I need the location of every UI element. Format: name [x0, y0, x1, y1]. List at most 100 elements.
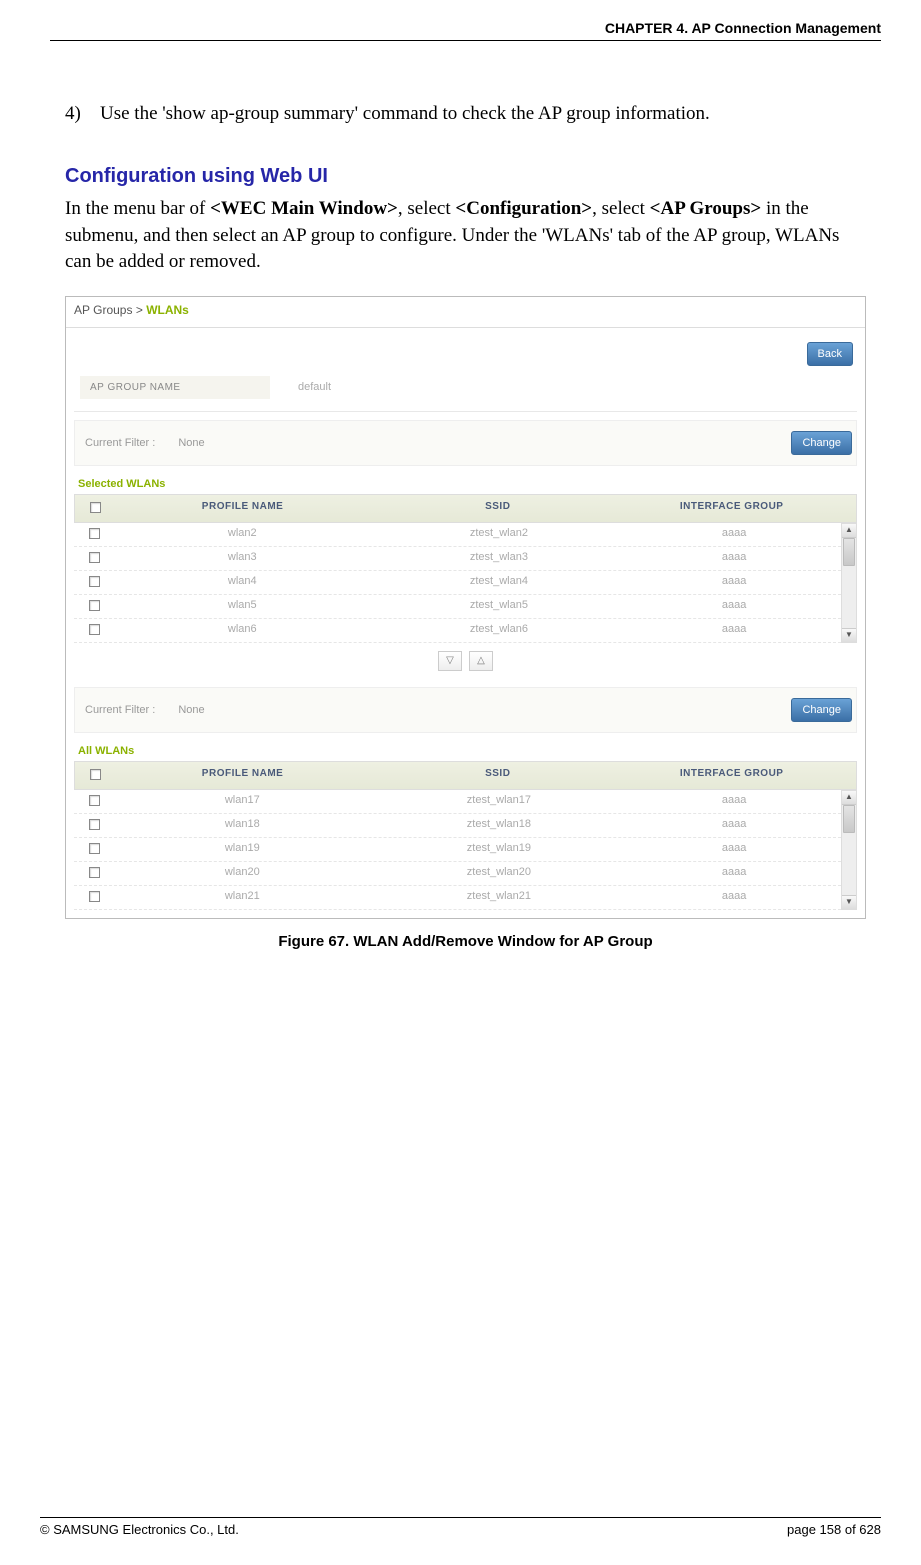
- cell-ssid: ztest_wlan3: [371, 547, 628, 570]
- cell-profile: wlan18: [114, 814, 371, 837]
- scroll-down-icon[interactable]: ▼: [842, 895, 856, 909]
- table-row[interactable]: wlan21ztest_wlan21aaaa: [74, 886, 841, 910]
- all-table-header: PROFILE NAME SSID INTERFACE GROUP: [74, 761, 857, 790]
- scrollbar[interactable]: ▲ ▼: [841, 790, 857, 910]
- row-checkbox[interactable]: [89, 528, 100, 539]
- selected-table-header: PROFILE NAME SSID INTERFACE GROUP: [74, 494, 857, 523]
- page-footer: © SAMSUNG Electronics Co., Ltd. page 158…: [40, 1517, 881, 1537]
- scroll-thumb[interactable]: [843, 805, 855, 833]
- table-row[interactable]: wlan4ztest_wlan4aaaa: [74, 571, 841, 595]
- page-number: page 158 of 628: [787, 1522, 881, 1537]
- cell-interface: aaaa: [627, 814, 841, 837]
- all-table-body: wlan17ztest_wlan17aaaawlan18ztest_wlan18…: [74, 790, 841, 910]
- select-all-checkbox[interactable]: [90, 502, 101, 513]
- row-checkbox[interactable]: [89, 552, 100, 563]
- breadcrumb-root[interactable]: AP Groups: [74, 303, 132, 317]
- filter-label: Current Filter :: [85, 704, 155, 716]
- row-checkbox[interactable]: [89, 795, 100, 806]
- cell-profile: wlan5: [114, 595, 371, 618]
- filter-value: None: [178, 704, 204, 716]
- step-text: Use the 'show ap-group summary' command …: [100, 103, 710, 125]
- row-checkbox[interactable]: [89, 867, 100, 878]
- copyright-text: © SAMSUNG Electronics Co., Ltd.: [40, 1522, 239, 1537]
- back-button[interactable]: Back: [807, 342, 853, 366]
- table-row[interactable]: wlan2ztest_wlan2aaaa: [74, 523, 841, 547]
- filter-row-selected: Current Filter : None Change: [74, 420, 857, 466]
- filter-label: Current Filter :: [85, 437, 155, 449]
- cell-interface: aaaa: [627, 523, 841, 546]
- col-if-header: INTERFACE GROUP: [625, 495, 838, 522]
- row-checkbox[interactable]: [89, 819, 100, 830]
- para-bold: <Configuration>: [455, 198, 592, 219]
- cell-interface: aaaa: [627, 571, 841, 594]
- selected-table-body-wrap: wlan2ztest_wlan2aaaawlan3ztest_wlan3aaaa…: [74, 523, 857, 643]
- cell-ssid: ztest_wlan18: [371, 814, 628, 837]
- step-number: 4): [65, 103, 100, 125]
- cell-profile: wlan19: [114, 838, 371, 861]
- scroll-down-icon[interactable]: ▼: [842, 628, 856, 642]
- cell-profile: wlan21: [114, 886, 371, 909]
- para-text: , select: [398, 198, 456, 219]
- all-table-body-wrap: wlan17ztest_wlan17aaaawlan18ztest_wlan18…: [74, 790, 857, 910]
- scroll-up-icon[interactable]: ▲: [842, 524, 856, 538]
- para-bold: <WEC Main Window>: [210, 198, 398, 219]
- table-row[interactable]: wlan5ztest_wlan5aaaa: [74, 595, 841, 619]
- section-heading: Configuration using Web UI: [65, 165, 866, 188]
- scrollbar[interactable]: ▲ ▼: [841, 523, 857, 643]
- cell-profile: wlan20: [114, 862, 371, 885]
- move-buttons-row: ▽ △: [74, 643, 857, 679]
- cell-interface: aaaa: [627, 619, 841, 642]
- group-name-label: AP GROUP NAME: [80, 376, 270, 399]
- cell-interface: aaaa: [627, 547, 841, 570]
- cell-profile: wlan3: [114, 547, 371, 570]
- selected-wlans-label: Selected WLANs: [74, 466, 857, 494]
- cell-ssid: ztest_wlan4: [371, 571, 628, 594]
- scroll-thumb[interactable]: [843, 538, 855, 566]
- cell-ssid: ztest_wlan19: [371, 838, 628, 861]
- filter-row-all: Current Filter : None Change: [74, 687, 857, 733]
- para-text: , select: [592, 198, 650, 219]
- page-header: CHAPTER 4. AP Connection Management: [50, 20, 881, 41]
- move-up-button[interactable]: △: [469, 651, 493, 671]
- table-row[interactable]: wlan20ztest_wlan20aaaa: [74, 862, 841, 886]
- table-row[interactable]: wlan17ztest_wlan17aaaa: [74, 790, 841, 814]
- step-item: 4) Use the 'show ap-group summary' comma…: [65, 103, 866, 125]
- change-button[interactable]: Change: [791, 431, 852, 455]
- select-all-checkbox[interactable]: [90, 769, 101, 780]
- figure-caption: Figure 67. WLAN Add/Remove Window for AP…: [65, 933, 866, 950]
- filter-value: None: [178, 437, 204, 449]
- col-profile-header: PROFILE NAME: [115, 762, 370, 789]
- col-profile-header: PROFILE NAME: [115, 495, 370, 522]
- table-row[interactable]: wlan19ztest_wlan19aaaa: [74, 838, 841, 862]
- change-button[interactable]: Change: [791, 698, 852, 722]
- screenshot-figure: AP Groups > WLANs Back AP GROUP NAME def…: [65, 296, 866, 919]
- row-checkbox[interactable]: [89, 576, 100, 587]
- move-down-button[interactable]: ▽: [438, 651, 462, 671]
- col-if-header: INTERFACE GROUP: [625, 762, 838, 789]
- table-row[interactable]: wlan18ztest_wlan18aaaa: [74, 814, 841, 838]
- cell-profile: wlan17: [114, 790, 371, 813]
- cell-ssid: ztest_wlan21: [371, 886, 628, 909]
- row-checkbox[interactable]: [89, 624, 100, 635]
- row-checkbox[interactable]: [89, 600, 100, 611]
- row-checkbox[interactable]: [89, 891, 100, 902]
- chapter-title: CHAPTER 4. AP Connection Management: [605, 20, 881, 36]
- cell-profile: wlan2: [114, 523, 371, 546]
- col-ssid-header: SSID: [370, 762, 625, 789]
- cell-interface: aaaa: [627, 595, 841, 618]
- row-checkbox[interactable]: [89, 843, 100, 854]
- cell-ssid: ztest_wlan2: [371, 523, 628, 546]
- table-row[interactable]: wlan6ztest_wlan6aaaa: [74, 619, 841, 643]
- selected-table-body: wlan2ztest_wlan2aaaawlan3ztest_wlan3aaaa…: [74, 523, 841, 643]
- scroll-up-icon[interactable]: ▲: [842, 791, 856, 805]
- all-wlans-label: All WLANs: [74, 733, 857, 761]
- group-name-value: default: [270, 381, 331, 393]
- cell-ssid: ztest_wlan17: [371, 790, 628, 813]
- table-row[interactable]: wlan3ztest_wlan3aaaa: [74, 547, 841, 571]
- cell-profile: wlan6: [114, 619, 371, 642]
- cell-ssid: ztest_wlan5: [371, 595, 628, 618]
- cell-ssid: ztest_wlan6: [371, 619, 628, 642]
- cell-interface: aaaa: [627, 886, 841, 909]
- cell-interface: aaaa: [627, 862, 841, 885]
- para-bold: <AP Groups>: [650, 198, 762, 219]
